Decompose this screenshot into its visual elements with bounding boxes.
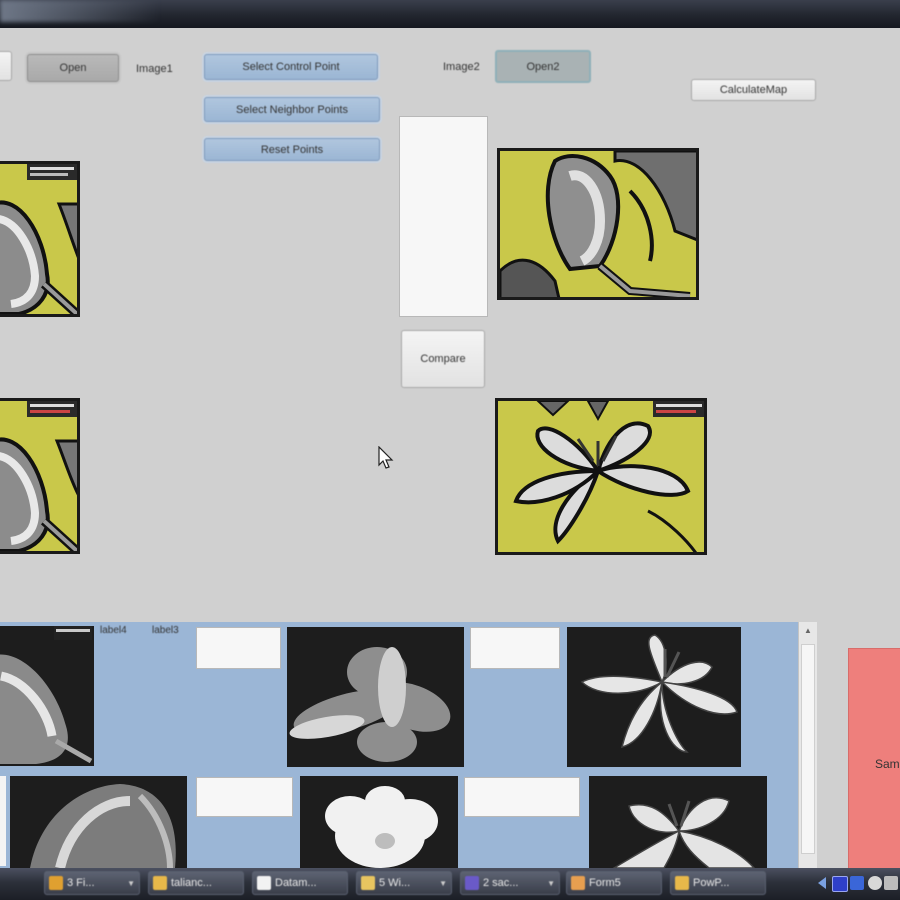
taskbar-item-0[interactable]: 3 Fi... ▼ bbox=[44, 871, 140, 895]
tray-left-arrow-icon[interactable] bbox=[818, 877, 826, 889]
taskbar-item-label: 2 sac... bbox=[483, 877, 519, 889]
tray-app-icon[interactable] bbox=[832, 876, 848, 892]
tray-volume-icon[interactable] bbox=[868, 876, 882, 890]
taskbar-item-label: PowP... bbox=[693, 877, 730, 889]
taskbar-item-4[interactable]: 2 sac... ▼ bbox=[460, 871, 560, 895]
select-control-point-button[interactable]: Select Control Point bbox=[204, 54, 378, 80]
taskbar-item-label: 5 Wi... bbox=[379, 877, 411, 889]
image2-top-picture bbox=[497, 148, 699, 300]
calculate-map-button[interactable]: CalculateMap bbox=[691, 79, 816, 101]
gallery-label-4: label4 bbox=[100, 625, 127, 636]
side-panel-label: Sam bbox=[875, 757, 900, 771]
taskbar-item-6[interactable]: PowP... bbox=[670, 871, 766, 895]
open2-button[interactable]: Open2 bbox=[495, 50, 591, 83]
gallery-thumb-flower-bright[interactable] bbox=[300, 776, 458, 868]
gallery-thumb-lily-sharp[interactable] bbox=[567, 627, 741, 767]
mouse-cursor-icon bbox=[378, 445, 394, 475]
scroll-up-arrow-icon[interactable]: ▲ bbox=[802, 626, 814, 640]
folder-icon bbox=[49, 876, 63, 890]
gallery-textbox-4[interactable] bbox=[464, 777, 580, 817]
folder-icon bbox=[675, 876, 689, 890]
visual-studio-icon bbox=[465, 876, 479, 890]
taskbar-item-1[interactable]: talianc... bbox=[148, 871, 244, 895]
side-result-panel: Sam bbox=[848, 648, 900, 870]
gallery-textbox-3[interactable] bbox=[196, 777, 293, 817]
image1-bottom-picture bbox=[0, 398, 80, 554]
taskbar-item-label: Form5 bbox=[589, 877, 621, 889]
taskbar-item-label: Datam... bbox=[275, 877, 317, 889]
chevron-down-icon: ▼ bbox=[127, 878, 135, 888]
image1-label: Image1 bbox=[136, 63, 173, 75]
taskbar-item-label: 3 Fi... bbox=[67, 877, 95, 889]
gallery-label-3: label3 bbox=[152, 625, 179, 636]
form-icon bbox=[571, 876, 585, 890]
gallery-vertical-scrollbar[interactable]: ▲ bbox=[798, 622, 817, 868]
image2-bottom-picture bbox=[495, 398, 707, 555]
scroll-thumb[interactable] bbox=[801, 644, 815, 854]
chevron-down-icon: ▼ bbox=[547, 878, 555, 888]
document-icon bbox=[257, 876, 271, 890]
taskbar-item-3[interactable]: 5 Wi... ▼ bbox=[356, 871, 452, 895]
select-neighbor-points-button[interactable]: Select Neighbor Points bbox=[204, 97, 380, 122]
gallery-thumb-lily-2[interactable] bbox=[589, 776, 767, 868]
window-title-bar bbox=[0, 0, 900, 28]
partial-left-button[interactable] bbox=[0, 51, 12, 81]
open-button[interactable]: Open bbox=[27, 54, 119, 82]
gallery-partial-textbox[interactable] bbox=[0, 776, 6, 866]
image2-label: Image2 bbox=[443, 61, 480, 73]
gallery-textbox-1[interactable] bbox=[196, 627, 281, 669]
result-textbox[interactable] bbox=[399, 116, 488, 317]
gallery-textbox-2[interactable] bbox=[470, 627, 560, 669]
windows-taskbar: 3 Fi... ▼ talianc... Datam... 5 Wi... ▼ … bbox=[0, 868, 900, 900]
tray-power-icon[interactable] bbox=[884, 876, 898, 890]
taskbar-item-2[interactable]: Datam... bbox=[252, 871, 348, 895]
window-icon bbox=[361, 876, 375, 890]
tray-network-icon[interactable] bbox=[850, 876, 864, 890]
gallery-thumb-bud-1[interactable] bbox=[0, 626, 94, 766]
image1-top-picture bbox=[0, 161, 80, 317]
taskbar-item-5[interactable]: Form5 bbox=[566, 871, 662, 895]
gallery-thumb-bud-2[interactable] bbox=[10, 776, 187, 868]
gallery-thumb-lily-blur[interactable] bbox=[287, 627, 464, 767]
reset-points-button[interactable]: Reset Points bbox=[204, 138, 380, 161]
folder-icon bbox=[153, 876, 167, 890]
compare-button[interactable]: Compare bbox=[401, 330, 485, 388]
chevron-down-icon: ▼ bbox=[439, 878, 447, 888]
title-glow bbox=[0, 0, 160, 22]
taskbar-item-label: talianc... bbox=[171, 877, 212, 889]
